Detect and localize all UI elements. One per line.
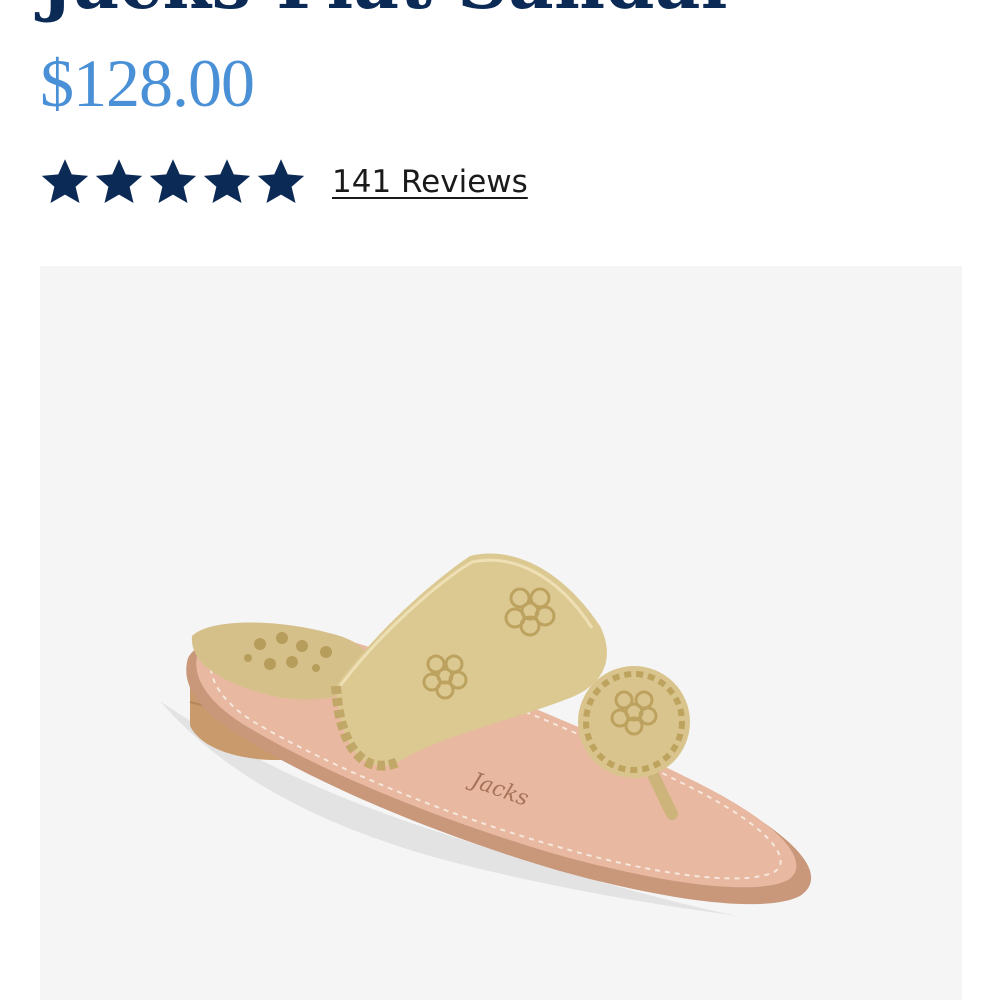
product-title: Jacks Flat Sandal [40,0,728,25]
star-icon [254,156,308,208]
star-rating [38,156,308,208]
star-icon [92,156,146,208]
star-icon [146,156,200,208]
star-icon [200,156,254,208]
sandal-icon: Jacks [160,553,812,916]
product-price: $128.00 [40,45,255,121]
reviews-link[interactable]: 141 Reviews [332,164,528,200]
product-image[interactable]: Jacks [40,266,962,1000]
star-icon [38,156,92,208]
rating-row: 141 Reviews [38,156,528,208]
